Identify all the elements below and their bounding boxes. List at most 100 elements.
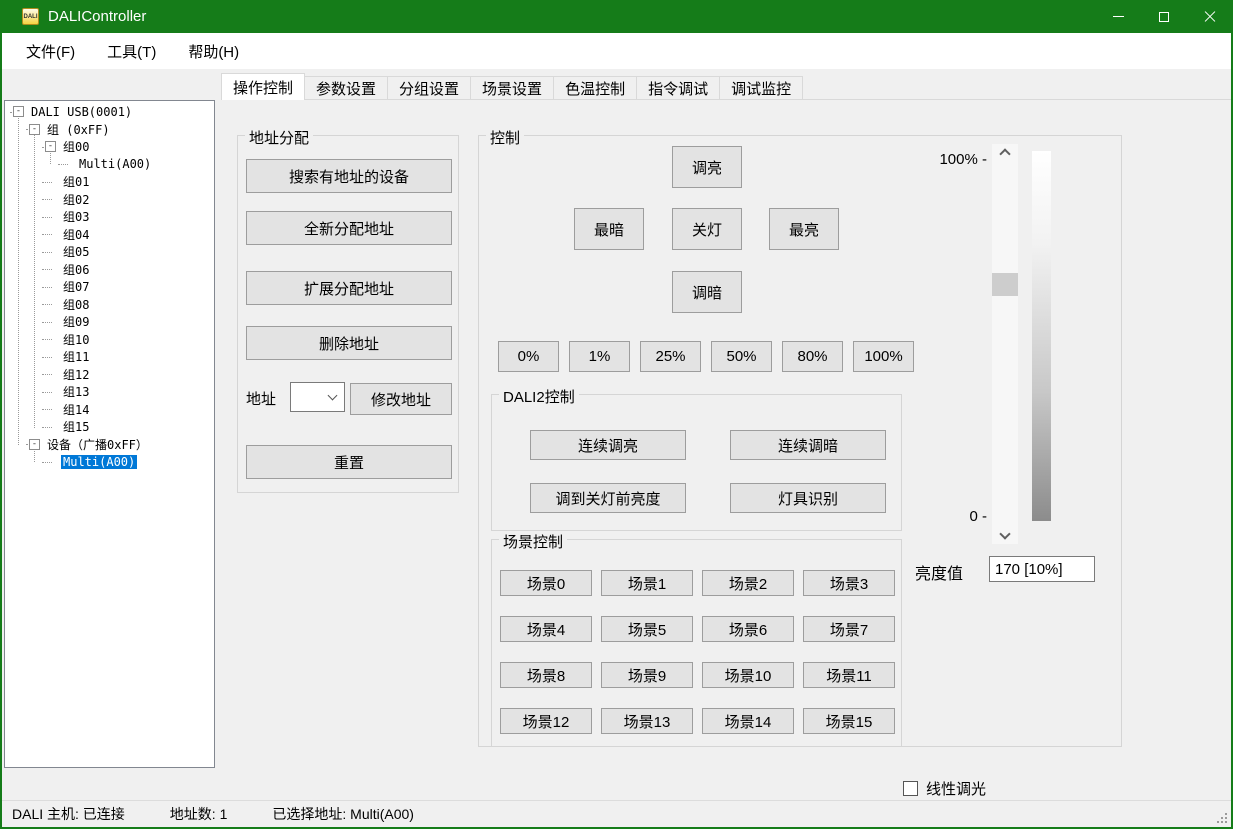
tab[interactable]: 指令调试 bbox=[636, 76, 720, 100]
dim-button[interactable]: 调暗 bbox=[672, 271, 742, 313]
app-icon: DALI bbox=[22, 8, 39, 25]
scrollbar-thumb[interactable] bbox=[992, 273, 1018, 296]
status-address-count: 地址数: 1 bbox=[170, 804, 228, 824]
scene-button[interactable]: 场景6 bbox=[702, 616, 794, 642]
tree-item[interactable]: - Multi(A00) bbox=[5, 453, 214, 471]
tree-item-label: 组08 bbox=[61, 296, 91, 313]
goto-last-level-button[interactable]: 调到关灯前亮度 bbox=[530, 483, 686, 513]
scene-button[interactable]: 场景5 bbox=[601, 616, 693, 642]
continuous-dim-button[interactable]: 连续调暗 bbox=[730, 430, 886, 460]
tab[interactable]: 参数设置 bbox=[304, 76, 388, 100]
tree-item[interactable]: - 组09 bbox=[5, 313, 214, 331]
search-addressed-devices-button[interactable]: 搜索有地址的设备 bbox=[246, 159, 452, 193]
device-tree[interactable]: - DALI USB(0001) - 组 (0xFF) - 组00 - Mult… bbox=[4, 100, 215, 768]
tree-item[interactable]: - 组13 bbox=[5, 383, 214, 401]
brightest-button[interactable]: 最亮 bbox=[769, 208, 839, 250]
scene-button[interactable]: 场景14 bbox=[702, 708, 794, 734]
tab[interactable]: 操作控制 bbox=[221, 73, 305, 100]
scene-button[interactable]: 场景10 bbox=[702, 662, 794, 688]
tab[interactable]: 分组设置 bbox=[387, 76, 471, 100]
titlebar: DALI DALIController bbox=[0, 0, 1233, 33]
minimize-button[interactable] bbox=[1095, 0, 1141, 33]
scene-button[interactable]: 场景2 bbox=[702, 570, 794, 596]
scene-button[interactable]: 场景7 bbox=[803, 616, 895, 642]
tree-item[interactable]: - 组10 bbox=[5, 331, 214, 349]
tree-item-label: 组12 bbox=[61, 366, 91, 383]
dimmest-button[interactable]: 最暗 bbox=[574, 208, 644, 250]
tree-item[interactable]: - 组07 bbox=[5, 278, 214, 296]
tree-item-label: Multi(A00) bbox=[77, 157, 153, 171]
tree-item[interactable]: - 组11 bbox=[5, 348, 214, 366]
tab[interactable]: 色温控制 bbox=[553, 76, 637, 100]
scene-button[interactable]: 场景13 bbox=[601, 708, 693, 734]
percent-button[interactable]: 0% bbox=[498, 341, 559, 372]
slider-max-label: 100% - bbox=[909, 151, 987, 168]
brighten-button[interactable]: 调亮 bbox=[672, 146, 742, 188]
collapse-minus-icon[interactable]: - bbox=[45, 141, 56, 152]
scene-button[interactable]: 场景9 bbox=[601, 662, 693, 688]
percent-button[interactable]: 50% bbox=[711, 341, 772, 372]
address-combo[interactable] bbox=[290, 382, 345, 412]
tree-item[interactable]: - 设备（广播0xFF） bbox=[5, 436, 214, 454]
percent-button[interactable]: 80% bbox=[782, 341, 843, 372]
assign-new-address-button[interactable]: 全新分配地址 bbox=[246, 211, 452, 245]
collapse-minus-icon[interactable]: - bbox=[29, 439, 40, 450]
close-button[interactable] bbox=[1187, 0, 1233, 33]
tab[interactable]: 调试监控 bbox=[719, 76, 803, 100]
lamp-identify-button[interactable]: 灯具识别 bbox=[730, 483, 886, 513]
lamp-off-button[interactable]: 关灯 bbox=[672, 208, 742, 250]
tree-item[interactable]: - 组02 bbox=[5, 191, 214, 209]
menu-item[interactable]: 文件(F) bbox=[10, 33, 91, 69]
linear-dimming-option: 线性调光 bbox=[903, 778, 986, 799]
scroll-up-button[interactable] bbox=[992, 144, 1018, 160]
scene-button[interactable]: 场景11 bbox=[803, 662, 895, 688]
maximize-button[interactable] bbox=[1141, 0, 1187, 33]
scene-button[interactable]: 场景1 bbox=[601, 570, 693, 596]
brightness-scrollbar[interactable] bbox=[992, 144, 1018, 544]
tree-item[interactable]: - 组15 bbox=[5, 418, 214, 436]
reset-button[interactable]: 重置 bbox=[246, 445, 452, 479]
extend-assign-address-button[interactable]: 扩展分配地址 bbox=[246, 271, 452, 305]
tab[interactable]: 场景设置 bbox=[470, 76, 554, 100]
tree-item[interactable]: - 组08 bbox=[5, 296, 214, 314]
tree-item[interactable]: - 组04 bbox=[5, 226, 214, 244]
percent-button[interactable]: 1% bbox=[569, 341, 630, 372]
tree-item[interactable]: - 组12 bbox=[5, 366, 214, 384]
tree-item[interactable]: - 组05 bbox=[5, 243, 214, 261]
scroll-down-button[interactable] bbox=[992, 528, 1018, 544]
percent-button[interactable]: 25% bbox=[640, 341, 701, 372]
tree-item[interactable]: - 组00 bbox=[5, 138, 214, 156]
collapse-minus-icon[interactable]: - bbox=[13, 106, 24, 117]
tree-item-label: 组05 bbox=[61, 243, 91, 260]
maximize-icon bbox=[1159, 12, 1169, 22]
scene-button[interactable]: 场景3 bbox=[803, 570, 895, 596]
tree-item[interactable]: - 组 (0xFF) bbox=[5, 121, 214, 139]
minimize-icon bbox=[1113, 16, 1124, 17]
collapse-minus-icon[interactable]: - bbox=[29, 124, 40, 135]
tree-item-label: 组07 bbox=[61, 278, 91, 295]
continuous-brighten-button[interactable]: 连续调亮 bbox=[530, 430, 686, 460]
scene-button[interactable]: 场景0 bbox=[500, 570, 592, 596]
group-title: 控制 bbox=[486, 127, 524, 148]
linear-dimming-checkbox[interactable] bbox=[903, 781, 918, 796]
tree-item[interactable]: - 组01 bbox=[5, 173, 214, 191]
tree-item[interactable]: - 组06 bbox=[5, 261, 214, 279]
modify-address-button[interactable]: 修改地址 bbox=[350, 383, 452, 415]
scene-button[interactable]: 场景15 bbox=[803, 708, 895, 734]
tree-item-label: 组02 bbox=[61, 191, 91, 208]
window-title: DALIController bbox=[48, 8, 146, 25]
tree-item[interactable]: - 组03 bbox=[5, 208, 214, 226]
scene-button[interactable]: 场景8 bbox=[500, 662, 592, 688]
resize-grip-icon[interactable] bbox=[1215, 811, 1227, 823]
menu-item[interactable]: 帮助(H) bbox=[172, 33, 255, 69]
delete-address-button[interactable]: 删除地址 bbox=[246, 326, 452, 360]
tree-item[interactable]: - DALI USB(0001) bbox=[5, 103, 214, 121]
brightness-value-box[interactable]: 170 [10%] bbox=[989, 556, 1095, 582]
tree-item[interactable]: - Multi(A00) bbox=[5, 156, 214, 174]
scene-button[interactable]: 场景4 bbox=[500, 616, 592, 642]
scene-button[interactable]: 场景12 bbox=[500, 708, 592, 734]
slider-min-label: 0 - bbox=[909, 508, 987, 525]
menu-item[interactable]: 工具(T) bbox=[91, 33, 172, 69]
tree-item[interactable]: - 组14 bbox=[5, 401, 214, 419]
percent-button[interactable]: 100% bbox=[853, 341, 914, 372]
